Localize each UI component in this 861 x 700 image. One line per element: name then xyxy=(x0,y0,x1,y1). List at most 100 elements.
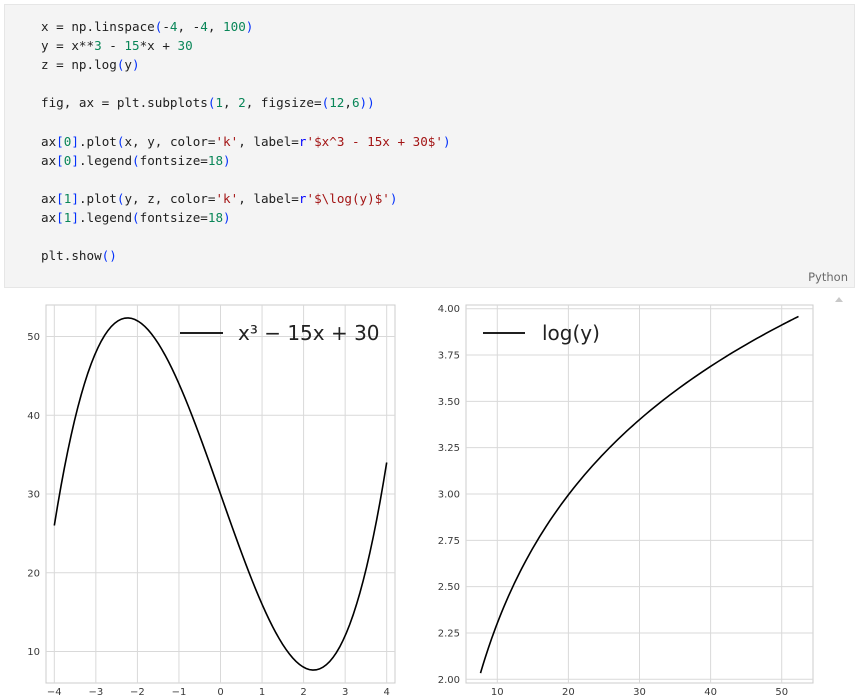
code-token: .plot xyxy=(78,133,117,149)
code-token: y xyxy=(124,57,133,73)
code-token: , xyxy=(344,95,352,111)
code-token: fontsize= xyxy=(139,152,208,168)
code-token: , label= xyxy=(238,133,299,149)
cell-output: −4 −3 −2 −1 0 1 2 3 4 10 20 30 40 50 x³ − 15x + 30 10 20… xyxy=(0,290,861,700)
code-token: 4 xyxy=(169,19,178,34)
code-line: ax[0].plot(x, y, color='k', label=r'$x^3… xyxy=(41,132,451,151)
chart-panel-2: 10 20 30 40 50 2.00 2.25 2.50 2.75 3.00 3.25 3.50 3.… xyxy=(438,304,814,698)
code-token: 1 xyxy=(215,95,223,111)
code-token: y = x** xyxy=(41,38,95,54)
code-token: x, y, color= xyxy=(124,133,216,149)
code-token: 15 xyxy=(124,38,140,54)
code-token: 4 xyxy=(200,19,208,34)
code-token: 12 xyxy=(329,95,345,111)
x-tick-label: 1 xyxy=(259,687,265,698)
x-tick-label: 10 xyxy=(491,687,504,698)
code-token: [ xyxy=(56,152,64,168)
y-tick-label: 50 xyxy=(27,332,40,343)
code-line: plt.show() xyxy=(41,246,451,265)
code-token: ) xyxy=(223,152,231,168)
y-tick-label: 2.75 xyxy=(438,536,460,547)
x-tick-label: 3 xyxy=(342,687,348,698)
x-tick-label: −2 xyxy=(130,687,145,698)
code-line: ax[1].legend(fontsize=18) xyxy=(41,208,451,227)
code-token: 3 xyxy=(94,38,102,54)
y-tick-label: 2.50 xyxy=(438,582,460,593)
legend-label: log(y) xyxy=(542,321,600,345)
code-token: 18 xyxy=(207,152,224,168)
code-token: 30 xyxy=(177,38,193,54)
code-token: 2 xyxy=(238,95,246,111)
code-token: y, z, color= xyxy=(124,190,216,206)
code-token: '$\log(y)$' xyxy=(306,190,390,206)
code-token: , - xyxy=(177,19,201,34)
code-token: ) xyxy=(442,133,451,149)
code-token: ax xyxy=(41,152,57,168)
x-tick-label: 50 xyxy=(775,687,788,698)
code-token: , figsize= xyxy=(245,95,322,111)
y-tick-label: 40 xyxy=(27,411,40,422)
y-tick-label: 20 xyxy=(27,568,40,579)
scroll-up-arrow-icon[interactable] xyxy=(835,297,843,302)
y-tick-label: 2.00 xyxy=(438,675,460,686)
code-token: () xyxy=(101,248,117,264)
y-tick-label: 2.25 xyxy=(438,628,460,639)
x-tick-label: −4 xyxy=(47,687,62,698)
y-tick-label: 30 xyxy=(27,490,40,501)
code-line: ax[0].legend(fontsize=18) xyxy=(41,151,451,170)
x-tick-label: −3 xyxy=(88,687,103,698)
code-token: ax xyxy=(41,209,57,225)
code-line: ax[1].plot(y, z, color='k', label=r'$\lo… xyxy=(41,189,451,208)
code-token: 'k' xyxy=(215,133,239,149)
code-token: ) xyxy=(223,209,231,225)
code-token: fontsize= xyxy=(139,209,208,225)
code-token: ax xyxy=(41,190,57,206)
code-cell[interactable]: x = np.linspace(-4, -4, 100) y = x**3 - 1… xyxy=(4,4,855,288)
code-token: [ xyxy=(56,190,64,206)
language-label[interactable]: Python xyxy=(808,270,848,284)
code-token: .legend xyxy=(78,209,133,225)
code-token: ( xyxy=(132,209,140,225)
code-token: ) xyxy=(132,57,140,73)
code-token: [ xyxy=(56,133,64,149)
code-line: z = np.log(y) xyxy=(41,55,451,74)
x-tick-label: 20 xyxy=(562,687,575,698)
code-token: 18 xyxy=(207,209,224,225)
x-tick-label: 30 xyxy=(633,687,646,698)
code-token: plt.show xyxy=(41,248,102,264)
legend-label: x³ − 15x + 30 xyxy=(238,321,380,345)
code-token: x = np.linspace xyxy=(41,19,155,34)
code-token: - xyxy=(101,38,125,54)
code-token: , xyxy=(223,95,239,111)
figure: −4 −3 −2 −1 0 1 2 3 4 10 20 30 40 50 x³ − 15x + 30 10 20… xyxy=(27,304,814,698)
code-token: ) xyxy=(245,19,254,34)
code-token: .legend xyxy=(78,152,133,168)
code-token: ax xyxy=(41,133,57,149)
x-tick-label: 2 xyxy=(300,687,306,698)
code-token: )) xyxy=(359,95,375,111)
code-token: z = np.log xyxy=(41,57,117,73)
code-token: , label= xyxy=(238,190,299,206)
code-token: ) xyxy=(389,190,398,206)
code-token: ] xyxy=(71,209,79,225)
code-editor[interactable]: x = np.linspace(-4, -4, 100) y = x**3 - 1… xyxy=(41,17,451,265)
code-line: y = x**3 - 15*x + 30 xyxy=(41,36,451,55)
x-tick-label: 0 xyxy=(217,687,223,698)
y-tick-label: 3.25 xyxy=(438,443,460,454)
code-token: ( xyxy=(132,152,140,168)
code-token: 100 xyxy=(223,19,246,34)
chart-panel-1: −4 −3 −2 −1 0 1 2 3 4 10 20 30 40 50 x³ − 15x + 30 xyxy=(27,304,396,698)
code-line: x = np.linspace(-4, -4, 100) xyxy=(41,17,451,36)
code-token: ] xyxy=(71,190,79,206)
code-token: , xyxy=(207,19,224,34)
code-token: .plot xyxy=(78,190,117,206)
code-token: fig, ax = plt.subplots xyxy=(41,95,208,111)
code-line: fig, ax = plt.subplots(1, 2, figsize=(12… xyxy=(41,93,451,112)
code-token: [ xyxy=(56,209,64,225)
x-tick-label: 40 xyxy=(704,687,717,698)
x-tick-label: 4 xyxy=(384,687,390,698)
